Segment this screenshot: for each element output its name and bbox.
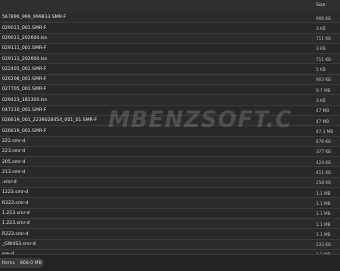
file-size: 47 MB [316,108,330,114]
file-row[interactable]: 022405_001.SMR-F 5 KB [0,64,340,75]
file-name: 213.smr-d [2,169,26,175]
file-name: 029423_181300.lsn [2,97,48,103]
file-name: 026208_001.SMR-F [2,77,47,83]
file-name: 1.223.smr-d [2,211,30,217]
file-row[interactable]: 029111_001.SMR-F 3 KB [0,43,340,55]
file-name: R223.smr-d [2,200,29,206]
file-name: 223.smr-d [2,149,26,155]
file-name: 222.smr-d [2,138,26,144]
file-row[interactable]: 205.smr-d 424 KB [0,157,340,168]
file-size: 1.1 MB [316,211,331,217]
file-size: 411 KB [316,170,331,176]
file-size: 3 KB [316,25,326,31]
file-size: 903 KB [316,77,331,83]
file-name: R223.smr-d [2,231,29,237]
file-name: 026619_001.SMR-F [2,128,47,134]
status-bar: Items 868.0 MB [0,254,340,271]
file-name: 022405_001.SMR-F [2,66,47,72]
file-size: 711 KB [316,56,331,62]
file-row[interactable]: 026619_001_2239028454_001_01.SMR-F 47 MB [0,115,340,127]
file-name: 029011_001.SMR-F [2,25,47,31]
file-row[interactable]: .smr-d 258 KB [0,177,340,189]
file-size: 47 MB [316,118,330,124]
file-size: 9.7 MB [316,87,331,93]
file-name: _GW4S3.smr-d [2,241,36,247]
file-size: 258 KB [316,180,331,186]
items-label: Items [2,260,15,266]
file-row[interactable]: 1223.smr-d 1.1 MB [0,188,340,199]
file-size: 3 KB [316,46,326,52]
file-row[interactable]: 1.223.smr-d 1.1 MB [0,218,340,230]
file-name: 1223.smr-d [2,190,29,196]
file-name: .smr-d [2,180,17,186]
file-size: 5 KB [316,67,326,73]
file-name: 205.smr-d [2,159,26,165]
file-row[interactable]: 029423_181300.lsn 3 KB [0,95,340,106]
file-row[interactable]: R223.smr-d 1.1 MB [0,229,340,240]
file-row[interactable]: 047110_001.SMR-F 47 MB [0,105,340,116]
file-row[interactable]: 026619_001.SMR-F 47.3 MB [0,126,340,137]
file-size: 476 KB [316,139,331,145]
file-row[interactable]: 1.223.smr-d 1.1 MB [0,208,340,219]
file-row[interactable]: 026208_001.SMR-F 903 KB [0,74,340,86]
file-size: 906 KB [316,15,331,21]
file-row[interactable]: R223.smr-d 1.1 MB [0,198,340,209]
file-size: 1.1 MB [316,200,331,206]
file-size: 377 KB [316,149,331,155]
file-row[interactable]: 027705_001.SMR-F 9.7 MB [0,85,340,96]
file-name: 026619_001_2239028454_001_01.SMR-F [2,118,97,124]
selection-summary: Items 868.0 MB [0,258,44,268]
file-size: 711 KB [316,36,331,42]
file-row[interactable]: 029111_202600.lsn 711 KB [0,54,340,65]
file-name: 567890_999_999833.SMR-F [2,15,67,21]
file-row[interactable]: 029011_202600.lsn 711 KB [0,33,340,44]
file-size: 424 KB [316,159,331,165]
file-name: 1.223.smr-d [2,221,30,227]
total-size: 868.0 MB [20,260,42,266]
file-list: 567890_999_999833.SMR-F 906 KB 029011_001.… [0,13,340,261]
file-size: 233 KB [316,242,331,248]
column-header: Size [0,0,340,14]
file-name: 029011_202600.lsn [2,35,48,41]
size-column-header[interactable]: Size [316,3,325,8]
file-row[interactable]: 223.smr-d 377 KB [0,146,340,158]
file-name: 029111_202600.lsn [2,56,48,62]
file-name: 047110_001.SMR-F [2,108,47,114]
file-row[interactable]: 213.smr-d 411 KB [0,167,340,178]
file-size: 1.1 MB [316,190,331,196]
file-name: 027705_001.SMR-F [2,87,47,93]
file-row[interactable]: 567890_999_999833.SMR-F 906 KB [0,13,340,24]
file-row[interactable]: 029011_001.SMR-F 3 KB [0,23,340,34]
file-size: 1.1 MB [316,221,331,227]
file-row[interactable]: 222.smr-d 476 KB [0,136,340,147]
file-row[interactable]: _GW4S3.smr-d 233 KB [0,239,340,250]
file-size: 3 KB [316,97,326,103]
file-size: 47.3 MB [316,128,334,134]
file-size: 1.1 MB [316,231,331,237]
file-name: 029111_001.SMR-F [2,46,47,52]
